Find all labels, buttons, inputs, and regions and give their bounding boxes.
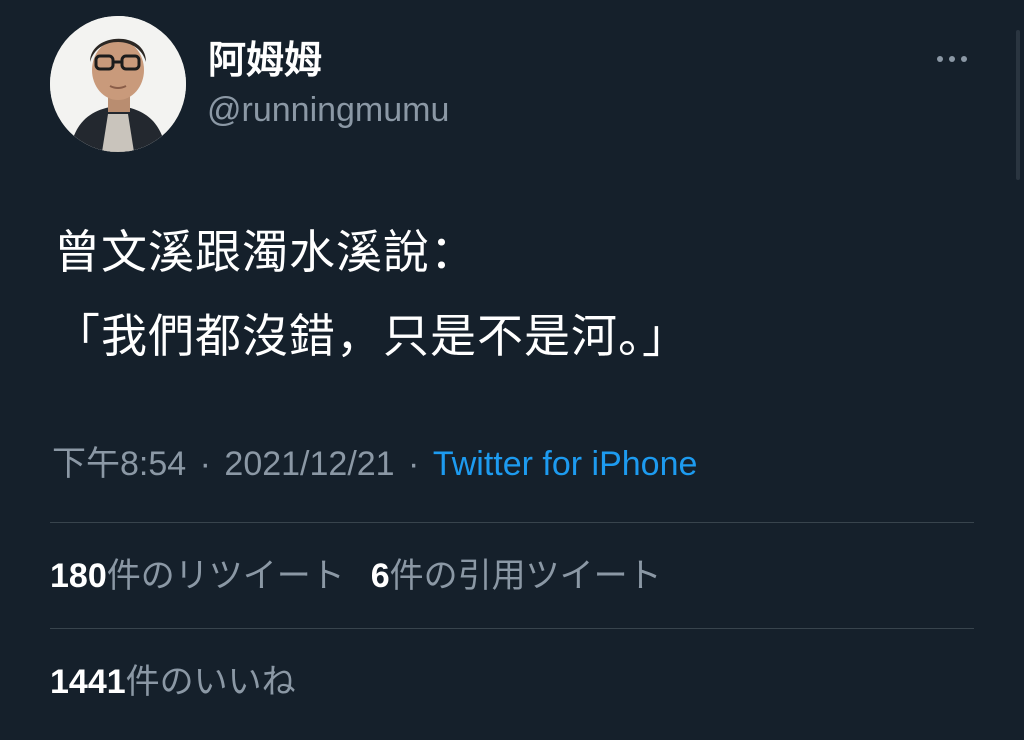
retweet-count: 180 (50, 557, 107, 595)
author-handle[interactable]: @runningmumu (207, 88, 449, 132)
more-horizontal-icon-dot (949, 56, 955, 62)
tweet-text: 曾文溪跟濁水溪說： 「我們都沒錯，只是不是河。」 (54, 210, 954, 378)
more-options-button[interactable] (924, 44, 980, 74)
meta-separator: · (408, 445, 420, 483)
tweet-text-line: 曾文溪跟濁水溪說： (54, 226, 477, 278)
scrollbar[interactable] (1016, 30, 1020, 180)
divider (50, 628, 974, 629)
like-label: 件のいいね (125, 663, 296, 701)
tweet-detail: 阿姆姆 @runningmumu 曾文溪跟濁水溪說： 「我們都沒錯，只是不是河。… (0, 0, 1024, 740)
quote-label: 件の引用ツイート (389, 557, 662, 595)
likes-stat[interactable]: 1441件のいいね (50, 663, 296, 701)
retweets-stat[interactable]: 180件のリツイート (50, 557, 345, 595)
tweet-date[interactable]: 2021/12/21 (224, 445, 394, 483)
more-horizontal-icon-dot (961, 56, 967, 62)
meta-separator: · (199, 445, 211, 483)
engagement-row: 180件のリツイート 6件の引用ツイート (50, 554, 662, 598)
divider (50, 522, 974, 523)
tweet-metadata: 下午8:54 · 2021/12/21 · Twitter for iPhone (52, 442, 697, 486)
like-count: 1441 (50, 663, 126, 701)
tweet-time[interactable]: 下午8:54 (52, 445, 186, 483)
avatar[interactable] (50, 16, 186, 152)
more-horizontal-icon (937, 56, 943, 62)
quote-count: 6 (370, 557, 390, 595)
retweet-label: 件のリツイート (106, 557, 345, 595)
tweet-source-link[interactable]: Twitter for iPhone (433, 445, 698, 483)
avatar-photo (50, 16, 186, 152)
tweet-text-line: 「我們都沒錯，只是不是河。」 (54, 310, 689, 362)
author-display-name[interactable]: 阿姆姆 (208, 38, 322, 84)
likes-row: 1441件のいいね (50, 660, 296, 704)
quotes-stat[interactable]: 6件の引用ツイート (371, 557, 662, 595)
